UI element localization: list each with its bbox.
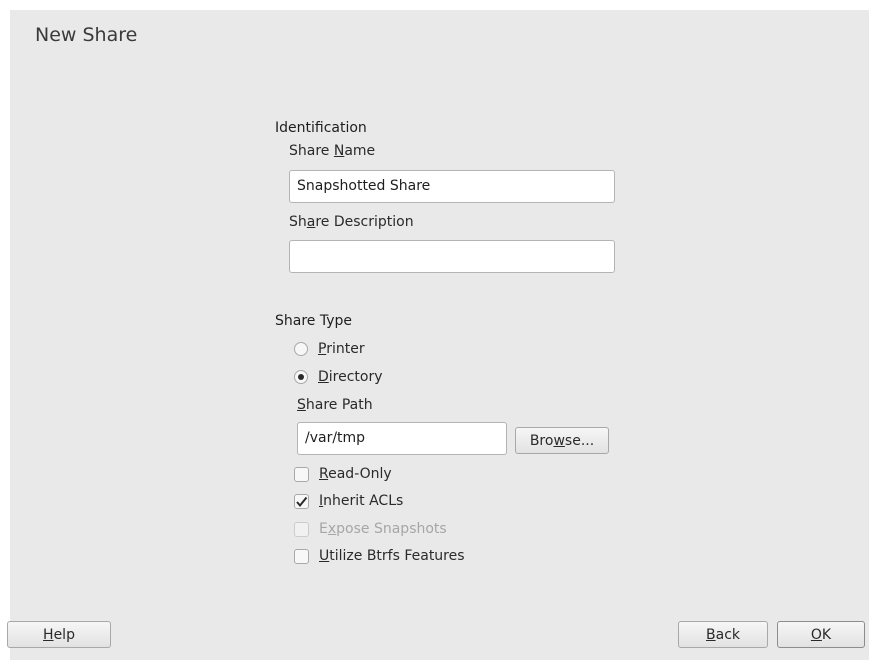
checkbox-unchecked-icon: [294, 548, 309, 564]
expose-snapshots-checkbox[interactable]: Expose Snapshots: [294, 518, 447, 540]
browse-button[interactable]: Bro w se...: [515, 427, 609, 454]
read-only-label: Read-Only: [319, 466, 392, 482]
directory-radio[interactable]: Directory: [294, 366, 383, 388]
back-button[interactable]: Back: [678, 621, 768, 648]
utilize-btrfs-checkbox[interactable]: Utilize Btrfs Features: [294, 545, 465, 567]
radio-unselected-icon: [294, 342, 308, 356]
read-only-checkbox[interactable]: Read-Only: [294, 463, 392, 485]
share-path-label: Share Path: [297, 397, 373, 413]
checkbox-disabled-icon: [294, 521, 309, 537]
inherit-acls-label: Inherit ACLs: [319, 493, 404, 509]
radio-selected-icon: [294, 370, 308, 384]
printer-radio-label: Printer: [318, 341, 365, 357]
utilize-btrfs-label: Utilize Btrfs Features: [319, 548, 465, 564]
printer-radio[interactable]: Printer: [294, 338, 365, 360]
share-description-label: Share Description: [289, 214, 414, 230]
ok-button[interactable]: OK: [777, 621, 865, 648]
share-description-input[interactable]: [289, 240, 615, 273]
checkbox-unchecked-icon: [294, 466, 309, 482]
expose-snapshots-label: Expose Snapshots: [319, 521, 447, 537]
share-type-heading: Share Type: [275, 313, 353, 329]
new-share-dialog: New Share Identification Share Name Snap…: [7, 10, 869, 660]
checkmark-icon: [294, 493, 309, 509]
share-name-label: Share Name: [289, 143, 376, 159]
inherit-acls-checkbox[interactable]: Inherit ACLs: [294, 490, 403, 512]
help-button[interactable]: Help: [7, 621, 111, 648]
share-name-input[interactable]: Snapshotted Share: [289, 170, 615, 203]
page-title: New Share: [35, 24, 138, 46]
directory-radio-label: Directory: [318, 369, 383, 385]
share-path-input[interactable]: /var/tmp: [297, 422, 507, 455]
identification-heading: Identification: [275, 120, 367, 136]
